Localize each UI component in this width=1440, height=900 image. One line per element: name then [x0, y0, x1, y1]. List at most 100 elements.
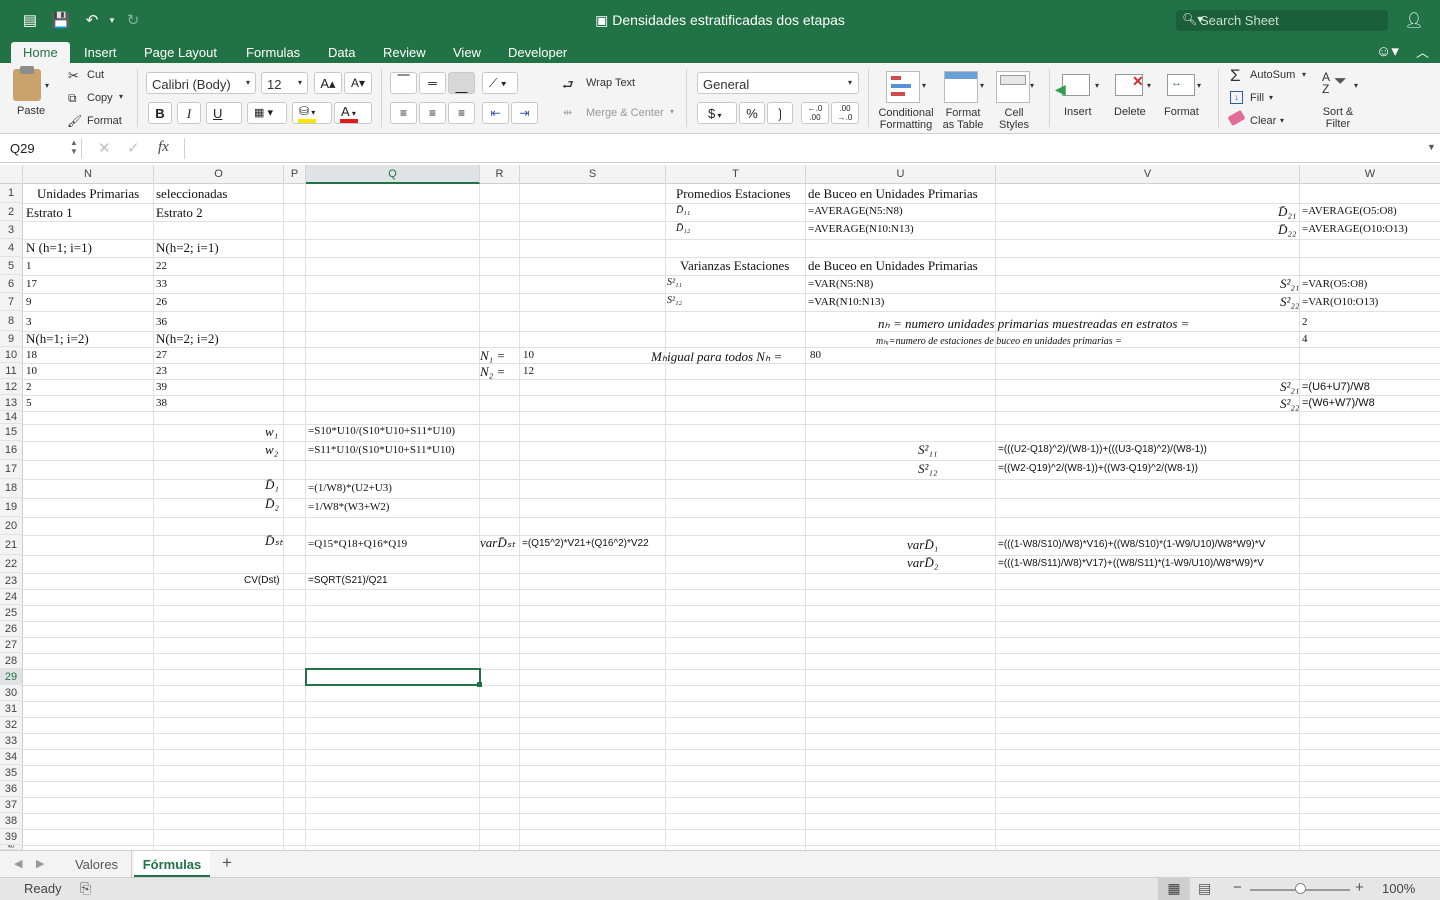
decrease-font-size-button[interactable]: A▾ [344, 72, 372, 94]
cell-q16[interactable]: =S11*U10/(S10*U10+S11*U10) [308, 444, 455, 456]
cell-n12[interactable]: 2 [26, 381, 32, 393]
cell-v7[interactable]: S²₂₂ [1280, 294, 1299, 310]
cut-button[interactable]: Cut [87, 69, 104, 81]
cell-s21[interactable]: =(Q15^2)*V21+(Q16^2)*V22 [522, 538, 649, 549]
cell-v12[interactable]: S²₂₁ [1280, 379, 1299, 395]
row-header[interactable]: 9 [0, 331, 23, 347]
tab-home[interactable]: Home [11, 42, 70, 63]
search-input[interactable]: 🔍︎▾ Search Sheet [1176, 10, 1388, 31]
chevron-down-icon[interactable]: ▾ [980, 81, 984, 90]
cell-u8[interactable]: nₕ = numero unidades primarias muestread… [878, 316, 1189, 332]
cell-n1[interactable]: Unidades Primarias [37, 186, 139, 202]
row-header[interactable]: 6 [0, 275, 23, 293]
cell-styles-button[interactable]: Cell Styles [990, 107, 1038, 131]
cell-p19[interactable]: D̄₂ [265, 496, 279, 512]
chevron-down-icon[interactable]: ▾ [1269, 93, 1273, 102]
cell-r11[interactable]: N₂ = [480, 364, 505, 380]
insert-cells-button[interactable]: Insert [1064, 106, 1092, 118]
cell-n5[interactable]: 1 [26, 260, 32, 272]
macro-record-icon[interactable]: ⎘ [80, 880, 91, 897]
row-header[interactable]: 15 [0, 424, 23, 441]
font-size-select[interactable]: 12 ▾ [261, 72, 308, 94]
column-header-r[interactable]: R [480, 165, 520, 184]
formula-input[interactable] [184, 138, 1420, 159]
chevron-down-icon[interactable]: ▾ [1147, 81, 1151, 90]
cell-u5[interactable]: de Buceo en Unidades Primarias [808, 258, 978, 274]
column-header-s[interactable]: S [520, 165, 666, 184]
share-user-icon[interactable]: 👤︎ [1404, 10, 1424, 30]
zoom-slider-handle[interactable] [1295, 883, 1306, 894]
cell-o5[interactable]: 22 [156, 260, 167, 272]
column-header-o[interactable]: O [154, 165, 284, 184]
cell-u17[interactable]: S²₁₂ [918, 461, 937, 477]
column-header-p[interactable]: P [284, 165, 306, 184]
number-format-select[interactable]: General ▾ [697, 72, 859, 94]
chevron-down-icon[interactable]: ▾ [1197, 81, 1201, 90]
cell-u2[interactable]: =AVERAGE(N5:N8) [808, 205, 903, 217]
column-header-t[interactable]: T [666, 165, 806, 184]
cell-u3[interactable]: =AVERAGE(N10:N13) [808, 223, 914, 235]
row-header[interactable]: 13 [0, 395, 23, 411]
undo-icon[interactable]: ↶ [82, 10, 102, 30]
row-header[interactable]: 20 [0, 517, 23, 535]
insert-function-icon[interactable]: fx [158, 139, 169, 156]
row-header[interactable]: 25 [0, 605, 23, 621]
italic-button[interactable]: I [177, 102, 201, 124]
tab-review[interactable]: Review [383, 45, 426, 60]
column-header-q[interactable]: Q [306, 165, 480, 184]
conditional-formatting-button[interactable]: Conditional Formatting [877, 107, 935, 131]
conditional-formatting-icon[interactable] [886, 71, 920, 103]
cell-n11[interactable]: 10 [26, 365, 37, 377]
next-sheet-icon[interactable]: ▶ [36, 857, 44, 870]
cell-w13[interactable]: =(W6+W7)/W8 [1302, 397, 1375, 409]
cell-n10[interactable]: 18 [26, 349, 37, 361]
paste-dropdown-icon[interactable]: ▾ [45, 81, 49, 90]
tab-formulas[interactable]: Formulas [246, 45, 300, 60]
cell-t6[interactable]: S²₁₁ [667, 277, 682, 288]
cell-t2[interactable]: D̄₁₁ [676, 205, 690, 216]
cell-t7[interactable]: S²₁₂ [667, 295, 682, 306]
fill-button[interactable]: Fill [1250, 92, 1264, 104]
cell-o13[interactable]: 38 [156, 397, 167, 409]
cell-o12[interactable]: 39 [156, 381, 167, 393]
cell-o4[interactable]: N(h=2; i=1) [156, 240, 219, 256]
cell-n8[interactable]: 3 [26, 316, 32, 328]
fill-color-button[interactable]: ⛁ ▾ [292, 102, 332, 124]
format-as-table-button[interactable]: Format as Table [937, 107, 989, 131]
row-header[interactable]: 34 [0, 749, 23, 765]
row-header[interactable]: 5 [0, 257, 23, 275]
cell-p21[interactable]: D̄ₛₜ [265, 533, 283, 549]
increase-decimal-button[interactable]: ←.0 .00 [801, 102, 829, 124]
add-sheet-icon[interactable]: + [222, 853, 232, 873]
row-header[interactable]: 11 [0, 363, 23, 379]
sort-filter-button[interactable]: Sort & Filter [1318, 106, 1358, 130]
increase-font-size-button[interactable]: A▴ [314, 72, 342, 94]
column-header-u[interactable]: U [806, 165, 996, 184]
row-header[interactable]: 1 [0, 184, 23, 203]
column-header-n[interactable]: N [23, 165, 154, 184]
cell-r21[interactable]: varD̄ₛₜ [480, 535, 515, 551]
row-header[interactable]: 35 [0, 765, 23, 781]
chevron-down-icon[interactable]: ▾ [1095, 81, 1099, 90]
decrease-indent-button[interactable]: ⇤ [482, 102, 509, 124]
cell-w12[interactable]: =(U6+U7)/W8 [1302, 381, 1370, 393]
row-header[interactable]: 37 [0, 797, 23, 813]
format-cells-icon[interactable]: ↔ [1167, 74, 1195, 96]
cell-t5[interactable]: Varianzas Estaciones [680, 258, 789, 274]
row-header[interactable]: 10 [0, 347, 23, 363]
format-as-table-icon[interactable] [944, 71, 978, 103]
align-top-button[interactable]: ⎺ [390, 72, 417, 94]
cell-v16[interactable]: =(((U2-Q18)^2)/(W8-1))+(((U3-Q18)^2)/(W8… [998, 444, 1207, 455]
zoom-out-icon[interactable]: − [1233, 879, 1242, 896]
cell-t1[interactable]: Promedios Estaciones [676, 186, 790, 202]
chevron-down-icon[interactable]: ▾ [1354, 81, 1358, 90]
save-icon[interactable]: 💾 [51, 10, 71, 30]
cell-w2[interactable]: =AVERAGE(O5:O8) [1302, 205, 1397, 217]
paste-button[interactable]: Paste [17, 105, 45, 117]
row-header[interactable]: 17 [0, 460, 23, 479]
expand-formula-icon[interactable]: ▼ [1427, 142, 1436, 152]
wrap-text-button[interactable]: Wrap Text [586, 77, 635, 89]
cell-t10[interactable]: Mₕigual para todos Nₕ = [651, 349, 782, 365]
tab-data[interactable]: Data [328, 45, 355, 60]
align-right-button[interactable]: ≡ [448, 102, 475, 124]
